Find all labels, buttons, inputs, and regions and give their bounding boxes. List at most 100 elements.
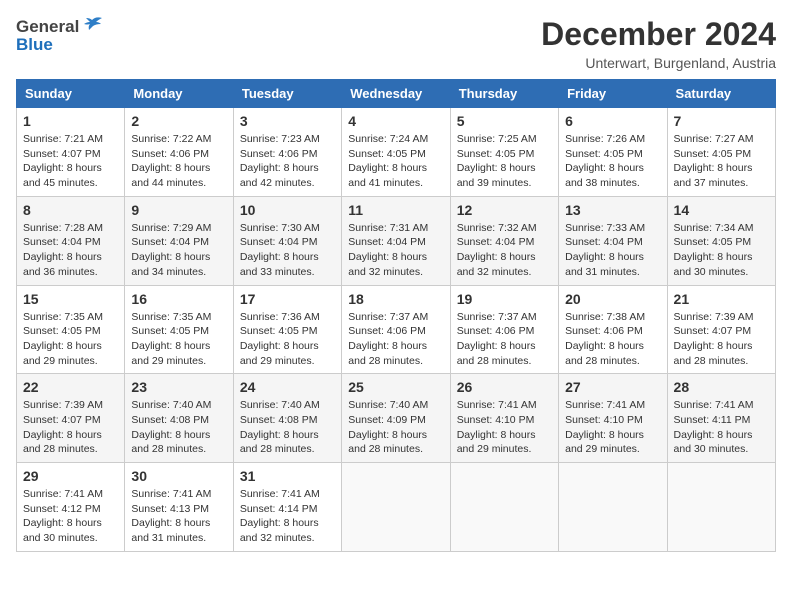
day-header-thursday: Thursday: [450, 80, 558, 108]
calendar-cell: 7 Sunrise: 7:27 AMSunset: 4:05 PMDaylight…: [667, 108, 775, 197]
day-number: 2: [131, 113, 226, 129]
day-header-friday: Friday: [559, 80, 667, 108]
calendar-cell: 2 Sunrise: 7:22 AMSunset: 4:06 PMDaylight…: [125, 108, 233, 197]
calendar-cell: 17Sunrise: 7:36 AMSunset: 4:05 PMDayligh…: [233, 285, 341, 374]
day-info: Sunrise: 7:34 AMSunset: 4:05 PMDaylight:…: [674, 221, 769, 280]
day-info: Sunrise: 7:35 AMSunset: 4:05 PMDaylight:…: [131, 310, 226, 369]
calendar-cell: 15 Sunrise: 7:35 AMSunset: 4:05 PMDayligh…: [17, 285, 125, 374]
calendar-cell: [667, 463, 775, 552]
day-number: 18: [348, 291, 443, 307]
day-number: 9: [131, 202, 226, 218]
calendar-cell: 18 Sunrise: 7:37 AMSunset: 4:06 PMDayligh…: [342, 285, 450, 374]
day-number: 23: [131, 379, 226, 395]
day-number: 11: [348, 202, 443, 218]
day-info: Sunrise: 7:26 AMSunset: 4:05 PMDaylight:…: [565, 132, 660, 191]
day-header-tuesday: Tuesday: [233, 80, 341, 108]
day-info: Sunrise: 7:37 AMSunset: 4:06 PMDaylight:…: [457, 310, 552, 369]
calendar-cell: 5Sunrise: 7:25 AMSunset: 4:05 PMDaylight…: [450, 108, 558, 197]
day-info: Sunrise: 7:37 AMSunset: 4:06 PMDaylight:…: [348, 310, 443, 369]
calendar-cell: 6Sunrise: 7:26 AMSunset: 4:05 PMDaylight…: [559, 108, 667, 197]
location: Unterwart, Burgenland, Austria: [541, 55, 776, 71]
calendar-cell: 19 Sunrise: 7:37 AMSunset: 4:06 PMDayligh…: [450, 285, 558, 374]
day-number: 27: [565, 379, 660, 395]
day-info: Sunrise: 7:41 AMSunset: 4:10 PMDaylight:…: [565, 398, 660, 457]
calendar-cell: 16Sunrise: 7:35 AMSunset: 4:05 PMDayligh…: [125, 285, 233, 374]
day-number: 13: [565, 202, 660, 218]
day-header-sunday: Sunday: [17, 80, 125, 108]
logo: General Blue: [16, 16, 103, 55]
week-row-3: 15 Sunrise: 7:35 AMSunset: 4:05 PMDayligh…: [17, 285, 776, 374]
day-number: 3: [240, 113, 335, 129]
calendar-cell: 12Sunrise: 7:32 AMSunset: 4:04 PMDayligh…: [450, 196, 558, 285]
header: General Blue December 2024 Unterwart, Bu…: [16, 16, 776, 71]
calendar-cell: [342, 463, 450, 552]
week-row-4: 22 Sunrise: 7:39 AMSunset: 4:07 PMDayligh…: [17, 374, 776, 463]
day-info: Sunrise: 7:39 AMSunset: 4:07 PMDaylight:…: [23, 398, 118, 457]
day-info: Sunrise: 7:33 AMSunset: 4:04 PMDaylight:…: [565, 221, 660, 280]
day-number: 5: [457, 113, 552, 129]
day-info: Sunrise: 7:23 AMSunset: 4:06 PMDaylight:…: [240, 132, 335, 191]
day-info: Sunrise: 7:22 AMSunset: 4:06 PMDaylight:…: [131, 132, 226, 191]
day-number: 14: [674, 202, 769, 218]
calendar-table: SundayMondayTuesdayWednesdayThursdayFrid…: [16, 79, 776, 552]
day-info: Sunrise: 7:38 AMSunset: 4:06 PMDaylight:…: [565, 310, 660, 369]
calendar-cell: 30 Sunrise: 7:41 AMSunset: 4:13 PMDayligh…: [125, 463, 233, 552]
day-info: Sunrise: 7:29 AMSunset: 4:04 PMDaylight:…: [131, 221, 226, 280]
calendar-cell: 20 Sunrise: 7:38 AMSunset: 4:06 PMDayligh…: [559, 285, 667, 374]
day-number: 12: [457, 202, 552, 218]
day-number: 8: [23, 202, 118, 218]
calendar-cell: 11 Sunrise: 7:31 AMSunset: 4:04 PMDayligh…: [342, 196, 450, 285]
calendar-cell: [450, 463, 558, 552]
day-number: 30: [131, 468, 226, 484]
day-number: 7: [674, 113, 769, 129]
title-block: December 2024 Unterwart, Burgenland, Aus…: [541, 16, 776, 71]
day-header-monday: Monday: [125, 80, 233, 108]
day-number: 21: [674, 291, 769, 307]
day-info: Sunrise: 7:31 AMSunset: 4:04 PMDaylight:…: [348, 221, 443, 280]
day-number: 28: [674, 379, 769, 395]
month-year: December 2024: [541, 16, 776, 53]
day-header-saturday: Saturday: [667, 80, 775, 108]
day-info: Sunrise: 7:27 AMSunset: 4:05 PMDaylight:…: [674, 132, 769, 191]
day-info: Sunrise: 7:30 AMSunset: 4:04 PMDaylight:…: [240, 221, 335, 280]
day-number: 20: [565, 291, 660, 307]
logo-bird-icon: [81, 16, 103, 37]
day-header-wednesday: Wednesday: [342, 80, 450, 108]
day-info: Sunrise: 7:39 AMSunset: 4:07 PMDaylight:…: [674, 310, 769, 369]
day-info: Sunrise: 7:41 AMSunset: 4:10 PMDaylight:…: [457, 398, 552, 457]
calendar-cell: 23 Sunrise: 7:40 AMSunset: 4:08 PMDayligh…: [125, 374, 233, 463]
calendar-cell: 22 Sunrise: 7:39 AMSunset: 4:07 PMDayligh…: [17, 374, 125, 463]
calendar-cell: 13 Sunrise: 7:33 AMSunset: 4:04 PMDayligh…: [559, 196, 667, 285]
day-number: 22: [23, 379, 118, 395]
calendar-cell: 10 Sunrise: 7:30 AMSunset: 4:04 PMDayligh…: [233, 196, 341, 285]
day-number: 24: [240, 379, 335, 395]
day-number: 19: [457, 291, 552, 307]
day-info: Sunrise: 7:40 AMSunset: 4:09 PMDaylight:…: [348, 398, 443, 457]
day-number: 10: [240, 202, 335, 218]
week-row-5: 29Sunrise: 7:41 AMSunset: 4:12 PMDayligh…: [17, 463, 776, 552]
day-number: 15: [23, 291, 118, 307]
week-row-1: 1 Sunrise: 7:21 AMSunset: 4:07 PMDaylight…: [17, 108, 776, 197]
calendar-cell: 28Sunrise: 7:41 AMSunset: 4:11 PMDayligh…: [667, 374, 775, 463]
day-number: 1: [23, 113, 118, 129]
day-info: Sunrise: 7:28 AMSunset: 4:04 PMDaylight:…: [23, 221, 118, 280]
day-info: Sunrise: 7:40 AMSunset: 4:08 PMDaylight:…: [131, 398, 226, 457]
day-info: Sunrise: 7:21 AMSunset: 4:07 PMDaylight:…: [23, 132, 118, 191]
day-number: 26: [457, 379, 552, 395]
day-info: Sunrise: 7:41 AMSunset: 4:13 PMDaylight:…: [131, 487, 226, 546]
calendar-cell: 4Sunrise: 7:24 AMSunset: 4:05 PMDaylight…: [342, 108, 450, 197]
calendar-cell: 31 Sunrise: 7:41 AMSunset: 4:14 PMDayligh…: [233, 463, 341, 552]
calendar-cell: 14 Sunrise: 7:34 AMSunset: 4:05 PMDayligh…: [667, 196, 775, 285]
days-header-row: SundayMondayTuesdayWednesdayThursdayFrid…: [17, 80, 776, 108]
calendar-cell: 27 Sunrise: 7:41 AMSunset: 4:10 PMDayligh…: [559, 374, 667, 463]
calendar-cell: [559, 463, 667, 552]
day-info: Sunrise: 7:35 AMSunset: 4:05 PMDaylight:…: [23, 310, 118, 369]
calendar-cell: 9 Sunrise: 7:29 AMSunset: 4:04 PMDaylight…: [125, 196, 233, 285]
calendar-cell: 26 Sunrise: 7:41 AMSunset: 4:10 PMDayligh…: [450, 374, 558, 463]
week-row-2: 8 Sunrise: 7:28 AMSunset: 4:04 PMDaylight…: [17, 196, 776, 285]
calendar-cell: 8 Sunrise: 7:28 AMSunset: 4:04 PMDaylight…: [17, 196, 125, 285]
day-number: 31: [240, 468, 335, 484]
day-info: Sunrise: 7:24 AMSunset: 4:05 PMDaylight:…: [348, 132, 443, 191]
day-info: Sunrise: 7:36 AMSunset: 4:05 PMDaylight:…: [240, 310, 335, 369]
day-info: Sunrise: 7:41 AMSunset: 4:14 PMDaylight:…: [240, 487, 335, 546]
